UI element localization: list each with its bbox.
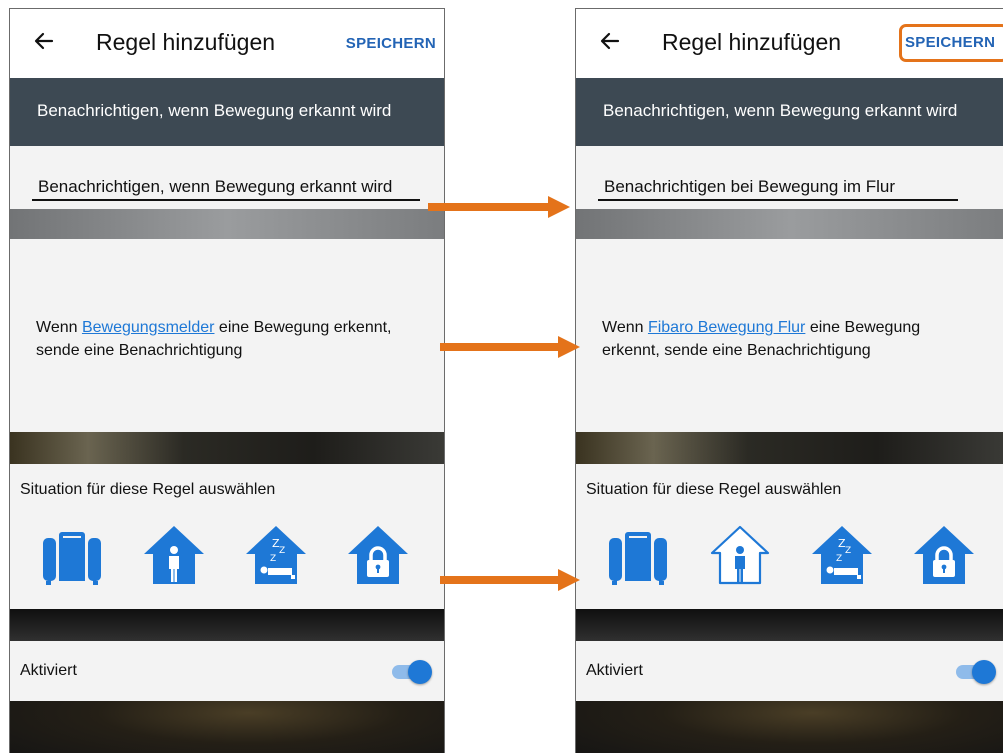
description-prefix: Wenn (36, 319, 82, 336)
background-photo (576, 701, 1003, 753)
rule-name-input[interactable] (598, 177, 958, 201)
svg-text:Z: Z (279, 546, 285, 556)
house-sleep-icon[interactable]: Z Z Z (244, 523, 308, 587)
back-arrow-icon[interactable] (598, 29, 622, 53)
device-link[interactable]: Bewegungsmelder (82, 319, 215, 336)
activated-label: Aktiviert (586, 662, 643, 679)
divider-band (576, 209, 1003, 239)
divider-band (10, 432, 444, 464)
after-screen: Regel hinzufügen SPEICHERN Benachrichtig… (575, 8, 1003, 753)
toggle-thumb (972, 660, 996, 684)
situation-label: Situation für diese Regel auswählen (586, 481, 842, 498)
suitcase-icon[interactable] (606, 523, 670, 587)
description-prefix: Wenn (602, 319, 648, 336)
situation-label: Situation für diese Regel auswählen (20, 481, 276, 498)
change-arrow-icon (440, 569, 580, 591)
page-title: Regel hinzufügen (662, 29, 842, 55)
save-button[interactable]: SPEICHERN (346, 35, 436, 52)
activated-label: Aktiviert (20, 662, 77, 679)
rule-description: Wenn Bewegungsmelder eine Bewegung erken… (36, 316, 431, 362)
divider-band (10, 609, 444, 641)
divider-band (576, 432, 1003, 464)
rule-description: Wenn Fibaro Bewegung Flur eine Bewegung … (602, 316, 977, 362)
device-link[interactable]: Fibaro Bewegung Flur (648, 319, 805, 336)
save-button[interactable]: SPEICHERN (905, 34, 995, 51)
before-screen: Regel hinzufügen SPEICHERN Benachrichtig… (9, 8, 445, 753)
house-lock-icon[interactable] (346, 523, 410, 587)
suitcase-icon[interactable] (40, 523, 104, 587)
svg-text:Z: Z (836, 554, 842, 564)
app-bar: Regel hinzufügen SPEICHERN (10, 9, 444, 78)
summary-banner-text: Benachrichtigen, wenn Bewegung erkannt w… (37, 101, 392, 120)
svg-text:Z: Z (270, 554, 276, 564)
page-title: Regel hinzufügen (96, 29, 276, 55)
rule-name-input[interactable] (32, 177, 420, 201)
change-arrow-icon (440, 336, 580, 358)
summary-banner-text: Benachrichtigen, wenn Bewegung erkannt w… (603, 101, 958, 120)
activated-toggle[interactable] (956, 659, 996, 685)
divider-band (576, 609, 1003, 641)
divider-band (10, 209, 444, 239)
change-arrow-icon (428, 196, 570, 218)
house-sleep-icon[interactable]: Z Z Z (810, 523, 874, 587)
back-arrow-icon[interactable] (32, 29, 56, 53)
svg-text:Z: Z (845, 546, 851, 556)
house-lock-icon[interactable] (912, 523, 976, 587)
app-bar: Regel hinzufügen SPEICHERN (576, 9, 1003, 78)
house-person-icon[interactable] (708, 523, 772, 587)
activated-toggle[interactable] (392, 659, 432, 685)
background-photo (10, 701, 444, 753)
house-person-icon[interactable] (142, 523, 206, 587)
toggle-thumb (408, 660, 432, 684)
